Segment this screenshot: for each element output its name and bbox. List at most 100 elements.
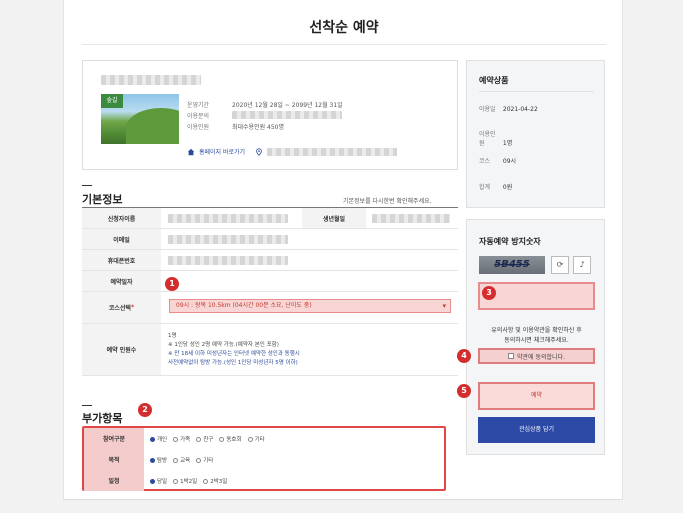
opt-explore-label: 탐방 (157, 457, 168, 464)
opt-education-label: 교육 (180, 457, 191, 464)
birth-label: 생년월일 (302, 208, 366, 228)
opt-2days[interactable]: 1박2일 (173, 477, 197, 485)
marker-5: 5 (457, 384, 471, 398)
extra-items-table: 참여구분 개인 가족 친구 동호회 기타 목적 탐방 교육 기타 일정 당일 1… (82, 426, 446, 491)
homepage-link[interactable]: 홈페이지 바로가기 (199, 147, 245, 156)
location-pin-icon (256, 147, 262, 156)
phone-redacted (168, 255, 288, 265)
opt-purpose-other[interactable]: 기타 (196, 456, 213, 464)
opt-friend-label: 친구 (203, 436, 214, 443)
home-icon (187, 148, 195, 155)
course-label-text: 코스선택 (108, 305, 131, 312)
opt-explore[interactable]: 탐방 (150, 456, 167, 464)
applicant-label: 신청자이름 (82, 208, 161, 228)
opt-family[interactable]: 가족 (173, 435, 190, 443)
summary-row-total: 합계 0원 (479, 182, 512, 191)
summary-heading: 예약상품 (479, 76, 509, 85)
speaker-icon[interactable]: ♪ (573, 256, 591, 274)
birth-value (372, 208, 450, 228)
phone-value (168, 250, 288, 270)
count-note-2: ※ 만 18세 이하 미성년자는 인터넷 예약한 성인과 동행시 (168, 351, 300, 357)
radio-icon (150, 436, 155, 442)
summary-date-value: 2021-04-22 (502, 106, 538, 113)
email-label: 이메일 (82, 229, 161, 249)
basic-section-hint: 기본정보를 다시한번 확인해주세요. (343, 198, 432, 205)
product-name-redacted (101, 75, 201, 85)
captcha-panel: 자동예약 방지숫자 5B455 ⟳ ♪ 유의사항 및 이용약관을 확인하신 후 … (466, 219, 605, 455)
opt-individual-label: 개인 (157, 436, 168, 443)
opt-club-label: 동호회 (226, 436, 242, 443)
applicant-redacted (168, 213, 288, 223)
meta-contact-redacted (232, 111, 342, 119)
opt-purpose-other-label: 기타 (203, 457, 214, 464)
summary-row-course: 코스 09시 (479, 156, 516, 165)
marker-1: 1 (165, 277, 179, 291)
radio-icon (173, 457, 179, 463)
opt-education[interactable]: 교육 (173, 456, 190, 464)
captcha-input[interactable] (478, 282, 595, 310)
marker-3: 3 (482, 286, 496, 300)
summary-people-value: 1명 (502, 140, 513, 147)
meta-period-key: 운영기간 (187, 102, 210, 109)
thumbnail-hill (126, 108, 179, 144)
radio-icon (173, 436, 179, 442)
date-label: 예약일자 (82, 271, 161, 291)
row-applicant: 신청자이름 생년월일 (82, 208, 458, 229)
count-label: 예약 인원수 (82, 324, 161, 375)
marker-4: 4 (457, 349, 471, 363)
summary-course-value: 09시 (502, 158, 517, 165)
birth-redacted (372, 213, 450, 223)
radio-icon (196, 457, 202, 463)
count-note-1: ※ 1인당 성인 2명 예약 가능.(예약자 본인 포함) (168, 342, 279, 348)
opt-day-label: 당일 (157, 478, 168, 485)
chevron-down-icon: ▾ (442, 302, 446, 310)
page-title: 선착순 예약 (309, 20, 379, 36)
phone-label: 휴대폰번호 (82, 250, 161, 270)
opt-other-label: 기타 (254, 436, 265, 443)
radio-icon (219, 436, 225, 442)
summary-total-value: 0원 (502, 184, 513, 191)
opt-family-label: 가족 (180, 436, 191, 443)
row-date: 예약일자 (82, 271, 458, 292)
consent-text: 유의사항 및 이용약관을 확인하신 후 동의하시면 체크해주세요. (467, 326, 606, 346)
reserve-button[interactable]: 예약 (478, 382, 595, 410)
address-redacted (267, 147, 398, 156)
captcha-heading: 자동예약 방지숫자 (479, 237, 541, 246)
captcha-image: 5B455 (479, 256, 545, 274)
product-links: 홈페이지 바로가기 (187, 147, 398, 156)
meta-capacity-value: 최대수용인원 450명 (232, 124, 284, 131)
summary-course-key: 코스 (479, 158, 491, 165)
opt-friend[interactable]: 친구 (196, 435, 213, 443)
basic-section-heading: 기본정보 (82, 193, 123, 206)
summary-row-date: 이용일 2021-04-22 (479, 104, 538, 113)
participation-options: 개인 가족 친구 동호회 기타 (150, 428, 265, 449)
add-to-wishlist-button[interactable]: 관심상품 담기 (478, 417, 595, 443)
purpose-label: 목적 (84, 449, 144, 470)
product-info-box: 숲길 운영기간 2020년 12월 28일 ~ 2099년 12월 31일 이용… (82, 60, 458, 170)
count-value: 1명 (168, 333, 177, 339)
meta-contact-key: 이용문의 (187, 113, 210, 120)
summary-row-people: 이용인원 1명 (479, 129, 512, 147)
product-badge: 숲길 (101, 94, 123, 108)
summary-people-key: 이용인원 (479, 131, 496, 147)
extra-row-purpose: 목적 탐방 교육 기타 (84, 449, 444, 470)
refresh-icon[interactable]: ⟳ (551, 256, 569, 274)
meta-capacity-key: 이용인원 (187, 124, 210, 131)
radio-icon (150, 478, 155, 484)
opt-day[interactable]: 당일 (150, 477, 167, 485)
row-count: 예약 인원수 1명 ※ 1인당 성인 2명 예약 가능.(예약자 본인 포함) … (82, 324, 458, 376)
basic-section-bar (82, 185, 92, 186)
opt-individual[interactable]: 개인 (150, 435, 167, 443)
agree-checkbox[interactable]: 약관에 동의합니다. (478, 348, 595, 364)
marker-2: 2 (138, 403, 152, 417)
opt-other[interactable]: 기타 (247, 435, 265, 443)
opt-2days-label: 1박2일 (180, 478, 198, 485)
course-select[interactable]: 09시 : 왕복 10.5km (04시간 00분 소요, 난이도 중) ▾ (169, 299, 451, 313)
radio-icon (150, 457, 155, 463)
opt-3days-label: 2박3일 (210, 478, 228, 485)
extra-row-participation: 참여구분 개인 가족 친구 동호회 기타 (84, 428, 444, 449)
opt-3days[interactable]: 2박3일 (203, 477, 227, 485)
opt-club[interactable]: 동호회 (219, 435, 242, 443)
radio-icon (203, 478, 209, 484)
radio-icon (173, 478, 179, 484)
